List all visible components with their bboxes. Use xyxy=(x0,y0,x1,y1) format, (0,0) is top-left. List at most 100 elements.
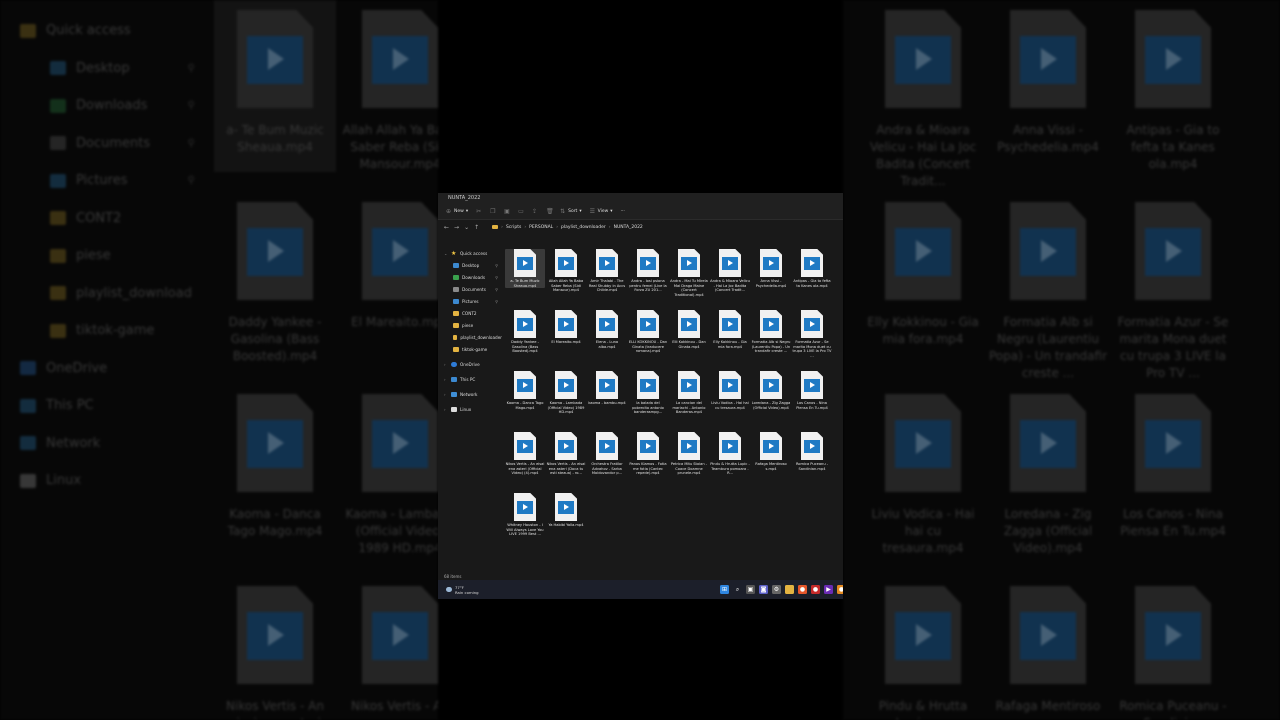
file-name: El Mareaito.mp4 xyxy=(551,340,581,344)
file-item[interactable]: Kaoma - Danca Tago Mago.mp4 xyxy=(505,371,545,410)
file-name: Rafaga Mentiroso s.mp4 xyxy=(755,462,787,471)
file-item[interactable]: La cancion del mariachi - Antonio Bander… xyxy=(669,371,709,415)
delete-icon[interactable]: 🗑 xyxy=(546,209,554,215)
breadcrumb[interactable]: › Scripts › PERSONAL › playlist_download… xyxy=(492,225,643,230)
file-item[interactable]: Andra - Mai Tu Mirela Mai Draga Maine (C… xyxy=(669,249,709,297)
file-item[interactable]: Liviu Vodica - Hai hai cu tresaura.mp4 xyxy=(710,371,750,410)
file-item[interactable]: ELLI KOKKINOU - Dan Ginata (traducere ro… xyxy=(628,310,668,354)
taskbar-apps: ⊞ ⌕ ▣ ◙ ⚙ ● ● ▶ ● xyxy=(720,585,843,594)
video-file-icon xyxy=(514,371,536,399)
file-item[interactable]: Elena - Luna alba.mp4 xyxy=(587,310,627,349)
sort-button[interactable]: ⇅ Sort ▾ xyxy=(560,209,582,215)
file-name: Panos Kiamos - Fotia me fotia (Cantec re… xyxy=(629,462,667,475)
file-item[interactable]: Petrica Mitu Stoian - Coace Doamne prune… xyxy=(669,432,709,476)
navigation-pane: ⌄ ★ Quick access Desktop ⚲ Downloads ⚲ D… xyxy=(438,247,502,567)
nav-item-piese[interactable]: piese xyxy=(438,319,502,331)
nav-item-desktop[interactable]: Desktop ⚲ xyxy=(438,259,502,271)
rename-icon[interactable]: ▭ xyxy=(518,209,524,215)
file-item[interactable]: El Mareaito.mp4 xyxy=(546,310,586,345)
file-item[interactable]: Daddy Yankee - Gasolina (Bass Boosted).m… xyxy=(505,310,545,354)
file-item[interactable]: Andra - Iosi psiona pentru femei (Live l… xyxy=(628,249,668,293)
nav-item-downloads[interactable]: Downloads ⚲ xyxy=(438,271,502,283)
nav-this-pc[interactable]: › This PC xyxy=(438,373,502,385)
search-icon[interactable]: ⌕ xyxy=(733,585,742,594)
breadcrumb-item[interactable]: Scripts xyxy=(506,225,521,230)
file-item[interactable]: Nikos Vertis - An eisai ena asteri (Offi… xyxy=(505,432,545,476)
video-file-icon xyxy=(596,432,618,460)
file-item[interactable]: la balada del pobrecito antonio banderas… xyxy=(628,371,668,415)
file-item[interactable]: kaoma - bambu.mp4 xyxy=(587,371,627,406)
teams-chat-icon[interactable]: ◙ xyxy=(759,585,768,594)
file-name: La cancion del mariachi - Antonio Bander… xyxy=(672,401,706,414)
nav-quick-access[interactable]: ⌄ ★ Quick access xyxy=(438,247,502,259)
video-file-icon xyxy=(719,371,741,399)
file-explorer-icon[interactable] xyxy=(785,585,794,594)
windows-start-icon[interactable]: ⊞ xyxy=(720,585,729,594)
file-item[interactable]: Elly Kokkinou - Gia mia fora.mp4 xyxy=(710,310,750,349)
recent-chevron-icon[interactable]: ⌄ xyxy=(464,224,469,231)
linux-penguin-icon xyxy=(451,406,457,412)
up-arrow-icon[interactable]: ↑ xyxy=(474,224,479,231)
nav-item-documents[interactable]: Documents ⚲ xyxy=(438,283,502,295)
breadcrumb-item[interactable]: NUNTA_2022 xyxy=(614,225,643,230)
visual-studio-icon[interactable]: ▶ xyxy=(824,585,833,594)
nav-linux[interactable]: › Linux xyxy=(438,403,502,415)
nav-item-pictures[interactable]: Pictures ⚲ xyxy=(438,295,502,307)
breadcrumb-item[interactable]: PERSONAL xyxy=(529,225,553,230)
weather-widget[interactable]: 77°F Rain coming xyxy=(446,585,479,595)
file-name: Kaoma - Danca Tago Mago.mp4 xyxy=(506,401,544,410)
command-bar: ⊕ New ▾ ✂ ❐ ▣ ▭ ⇪ 🗑 ⇅ Sort ▾ ☰ View ▾ ··… xyxy=(438,204,843,220)
task-view-icon[interactable]: ▣ xyxy=(746,585,755,594)
file-item[interactable]: Los Canos - Nina Piensa En Tu.mp4 xyxy=(792,371,832,410)
video-file-icon xyxy=(801,310,823,338)
cut-icon[interactable]: ✂ xyxy=(476,209,482,215)
paste-icon[interactable]: ▣ xyxy=(504,209,510,215)
address-bar: ← → ⌄ ↑ › Scripts › PERSONAL › playlist_… xyxy=(438,220,843,234)
file-name: kaoma - bambu.mp4 xyxy=(588,401,626,405)
chevron-down-icon: ⌄ xyxy=(444,250,448,256)
forward-arrow-icon[interactable]: → xyxy=(454,224,459,231)
file-item[interactable]: Romica Puceanu - Sandinian.mp4 xyxy=(792,432,832,471)
file-item[interactable]: Formatia Azur - Se marita Mona duet cu t… xyxy=(792,310,832,358)
file-item[interactable]: Allah Allah Ya Baba Saber Reba (Sidi Man… xyxy=(546,249,586,293)
settings-gear-icon[interactable]: ⚙ xyxy=(772,585,781,594)
video-file-icon xyxy=(637,310,659,338)
file-name: Elly Kokkinou - Gia mia fora.mp4 xyxy=(713,340,747,349)
nav-item-cont2[interactable]: CONT2 xyxy=(438,307,502,319)
share-icon[interactable]: ⇪ xyxy=(532,209,538,215)
file-item[interactable]: a- Te Bum Muzic Sheaua.mp4 xyxy=(505,249,545,288)
file-item[interactable]: Amir Thalabi - The Real Shubby in Accs C… xyxy=(587,249,627,293)
file-item[interactable]: Nikos Vertis - An eisai ena asteri (Doca… xyxy=(546,432,586,476)
file-item[interactable]: Rafaga Mentiroso s.mp4 xyxy=(751,432,791,471)
view-button[interactable]: ☰ View ▾ xyxy=(590,209,613,215)
file-item[interactable]: Panos Kiamos - Fotia me fotia (Cantec re… xyxy=(628,432,668,476)
nav-onedrive[interactable]: › OneDrive xyxy=(438,358,502,370)
app-red-icon[interactable]: ● xyxy=(811,585,820,594)
file-item[interactable]: Loredana - Zig Zagga (Official Video).mp… xyxy=(751,371,791,410)
file-item[interactable]: Anna Vissi - Psychedelia.mp4 xyxy=(751,249,791,288)
file-item[interactable]: Kaoma - Lambada (Official Video) 1989 HD… xyxy=(546,371,586,415)
breadcrumb-item[interactable]: playlist_downloader xyxy=(561,225,606,230)
file-item[interactable]: Formatia Alb si Negru (Laurentiu Popa) -… xyxy=(751,310,791,354)
file-item[interactable]: Orchestra Fratilor Advahov - Sarba Moldo… xyxy=(587,432,627,476)
file-name: Nikos Vertis - An eisai ena asteri (Doca… xyxy=(546,462,586,475)
file-item[interactable]: Andra & Mioara Velicu - Hai La Joc Badit… xyxy=(710,249,750,293)
nav-item-playlist-downloader[interactable]: playlist_downloader xyxy=(438,331,502,343)
file-item[interactable]: Pindu & Hrutta Lupic - Teambura pomoara … xyxy=(710,432,750,476)
documents-icon xyxy=(453,286,459,292)
file-item[interactable]: Elli Kokkinou - Dan Ginata.mp4 xyxy=(669,310,709,349)
back-arrow-icon[interactable]: ← xyxy=(444,224,449,231)
file-name: Elena - Luna alba.mp4 xyxy=(595,340,619,349)
nav-item-tiktok-game[interactable]: tiktok-game xyxy=(438,343,502,355)
copy-icon[interactable]: ❐ xyxy=(490,209,496,215)
app-orange-icon[interactable]: ● xyxy=(837,585,843,594)
firefox-icon[interactable]: ● xyxy=(798,585,807,594)
new-button[interactable]: ⊕ New ▾ xyxy=(446,209,469,215)
cloud-icon xyxy=(451,361,457,367)
more-options-button[interactable]: ··· xyxy=(621,209,625,214)
file-item[interactable]: Whitney Houston - I Will Always Love You… xyxy=(505,493,545,537)
file-item[interactable]: Antipas - Gia to fefta ta Kanes ola.mp4 xyxy=(792,249,832,288)
file-item[interactable]: Ya Habibi Yalla.mp4 xyxy=(546,493,586,528)
chevron-down-icon: ▾ xyxy=(465,209,469,214)
nav-network[interactable]: › Network xyxy=(438,388,502,400)
